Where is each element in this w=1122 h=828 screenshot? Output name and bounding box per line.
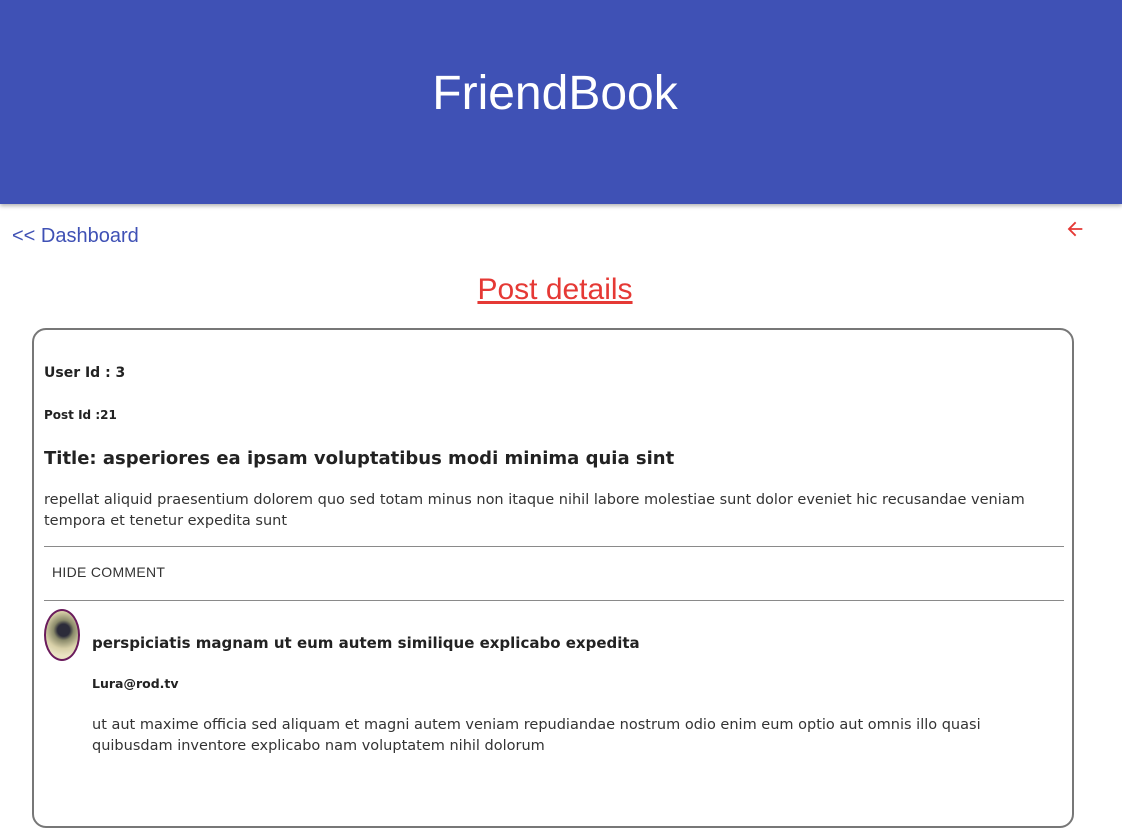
post-id: Post Id :21 (44, 408, 117, 422)
hide-comment-button[interactable]: HIDE COMMENT (44, 557, 173, 587)
post-card: User Id : 3 Post Id :21 Title: asperiore… (32, 328, 1074, 828)
divider (44, 546, 1064, 547)
comment-email: Lura@rod.tv (92, 676, 179, 691)
arrow-left-icon[interactable] (1064, 218, 1086, 240)
post-title: Title: asperiores ea ipsam voluptatibus … (44, 448, 675, 469)
comment-body: ut aut maxime officia sed aliquam et mag… (92, 717, 981, 754)
post-body: repellat aliquid praesentium dolorem quo… (44, 492, 1025, 529)
user-id: User Id : 3 (44, 365, 126, 381)
app-title: FriendBook (432, 67, 678, 120)
page-heading: Post details (477, 273, 633, 306)
app-header: FriendBook (0, 0, 1122, 204)
dashboard-link[interactable]: << Dashboard (12, 224, 139, 248)
divider (44, 600, 1064, 601)
comment-title: perspiciatis magnam ut eum autem similiq… (92, 634, 640, 652)
avatar (44, 609, 80, 661)
